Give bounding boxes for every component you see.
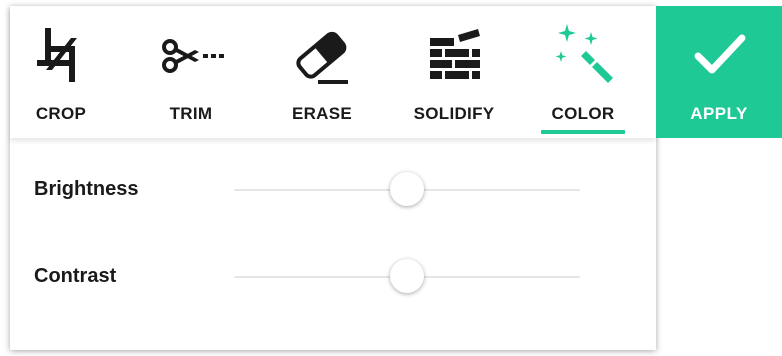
tool-crop[interactable]: CROP [22,6,100,138]
editor-canvas: CROP TRIM ERASE SOLIDIFY COLOR Brightnes… [0,0,782,356]
apply-button[interactable]: APPLY [656,6,782,138]
contrast-slider-knob[interactable] [390,259,424,293]
toolbar: CROP TRIM ERASE SOLIDIFY COLOR [10,6,656,138]
crop-icon [37,28,77,82]
contrast-slider-row: Contrast [10,257,656,297]
tool-trim[interactable]: TRIM [150,6,232,138]
tool-solidify-label: SOLIDIFY [413,104,495,123]
tool-color-label: COLOR [551,104,615,123]
tool-erase-label: ERASE [291,104,353,123]
magic-wand-icon [555,24,613,83]
brightness-label: Brightness [34,178,139,200]
active-tab-indicator [541,130,625,134]
apply-label: APPLY [690,104,748,123]
eraser-icon [296,31,348,84]
tool-erase[interactable]: ERASE [282,6,362,138]
contrast-label: Contrast [34,265,117,287]
tool-color[interactable]: COLOR [538,6,628,138]
brightness-slider-row: Brightness [10,170,656,210]
bricks-icon [430,29,480,79]
brightness-slider-knob[interactable] [390,172,424,206]
tool-trim-label: TRIM [169,104,213,123]
tool-solidify[interactable]: SOLIDIFY [402,6,506,138]
tool-panel: CROP TRIM ERASE SOLIDIFY COLOR Brightnes… [10,6,656,350]
scissors-icon [162,39,224,73]
checkmark-icon [694,34,746,74]
tool-crop-label: CROP [35,104,87,123]
